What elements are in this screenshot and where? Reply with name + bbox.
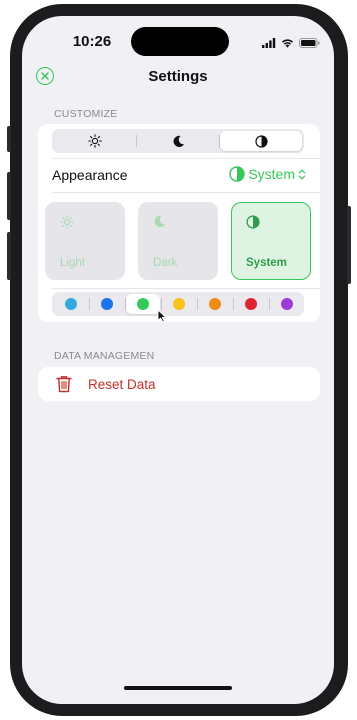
appearance-segmented-control [52,129,304,153]
theme-card-system[interactable]: System [231,202,311,280]
dynamic-island [131,27,229,56]
sun-icon [88,134,102,148]
color-dot [137,298,149,310]
appearance-picker[interactable]: System [229,166,306,182]
section-header-customize: CUSTOMIZE [54,108,118,120]
cellular-signal-icon [262,38,276,48]
segment-system[interactable] [220,131,302,151]
trash-icon [56,376,72,393]
mouse-pointer-icon [157,309,167,323]
theme-card-label: Light [60,257,85,269]
moon-icon [154,215,165,228]
moon-icon [173,135,184,147]
accent-color-swatch[interactable] [162,294,196,314]
customize-card: Appearance System Light Dark System [38,124,320,322]
color-dot [281,298,293,310]
wifi-icon [281,39,294,48]
reset-data-label: Reset Data [88,377,156,392]
accent-color-swatch[interactable] [234,294,268,314]
theme-card-dark[interactable]: Dark [138,202,218,280]
battery-icon [299,38,320,48]
volume-up-button [7,172,11,220]
status-icons [262,37,320,49]
accent-color-swatch[interactable] [54,294,88,314]
reset-data-button[interactable]: Reset Data [38,367,320,401]
chevron-up-down-icon [298,169,306,179]
color-dot [245,298,257,310]
section-header-data-management: DATA MANAGEMEN [54,350,155,362]
appearance-label: Appearance [52,167,128,183]
sun-icon [60,215,74,229]
accent-color-swatch[interactable] [90,294,124,314]
row-divider [52,158,320,159]
segment-light[interactable] [54,131,136,151]
phone-screen: 10:26 Settings CUSTOMIZE Appearance Syst… [22,16,334,704]
mute-switch [7,126,11,152]
color-dot [173,298,185,310]
page-title: Settings [148,68,208,85]
appearance-value: System [248,166,295,182]
theme-card-label: Dark [153,257,178,269]
row-divider [52,192,320,193]
accent-color-swatch[interactable] [198,294,232,314]
row-divider [52,288,320,289]
color-dot [101,298,113,310]
segment-dark[interactable] [137,131,219,151]
half-circle-icon [246,215,260,229]
theme-card-label: System [246,257,287,269]
home-indicator[interactable] [124,686,232,690]
half-circle-icon [229,166,246,182]
status-time: 10:26 [72,33,112,50]
power-button [347,206,351,284]
accent-color-swatch[interactable] [126,294,160,314]
half-circle-icon [254,134,268,148]
theme-card-light[interactable]: Light [45,202,125,280]
color-dot [65,298,77,310]
color-dot [209,298,221,310]
volume-down-button [7,232,11,280]
accent-color-swatch[interactable] [270,294,304,314]
accent-color-picker [52,292,304,316]
